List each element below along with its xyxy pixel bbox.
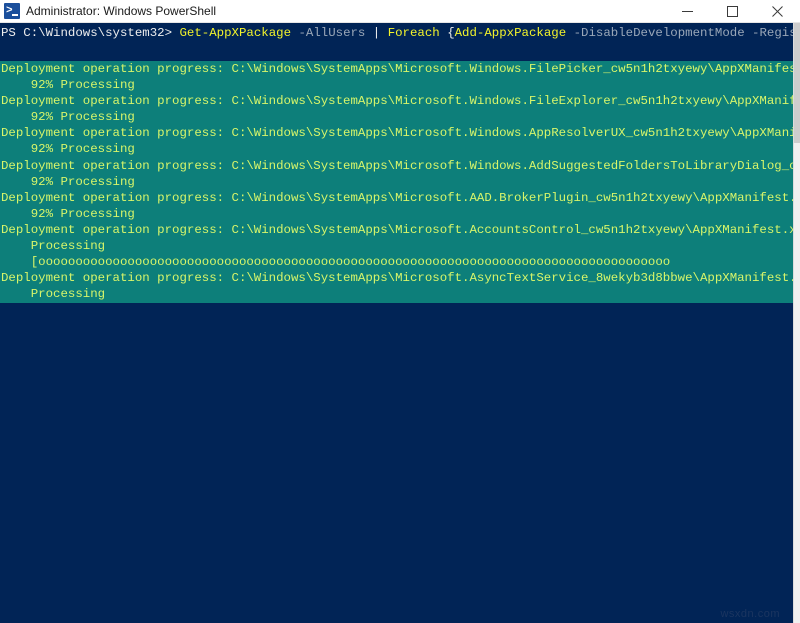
cmdlet-get-appxpackage: Get-AppXPackage — [179, 26, 291, 40]
output-line: Processing — [0, 238, 793, 254]
output-line: 92% Processing — [0, 174, 793, 190]
output-line: 92% Processing — [0, 109, 793, 125]
close-icon — [772, 6, 783, 17]
output-line: Deployment operation progress: C:\Window… — [0, 222, 793, 238]
minimize-icon — [682, 6, 693, 17]
vertical-scrollbar[interactable] — [793, 23, 800, 623]
prompt-text: PS C:\Windows\system32> — [1, 26, 179, 40]
params-register: -DisableDevelopmentMode -Register — [566, 26, 793, 40]
title-bar-left: Administrator: Windows PowerShell — [0, 3, 665, 19]
deployment-output-region: Deployment operation progress: C:\Window… — [0, 61, 793, 303]
window-controls — [665, 0, 800, 23]
powershell-window: Administrator: Windows PowerShell PS — [0, 0, 800, 623]
close-button[interactable] — [755, 0, 800, 23]
powershell-icon — [4, 3, 20, 19]
output-line: Deployment operation progress: C:\Window… — [0, 158, 793, 174]
open-brace: { — [447, 26, 454, 40]
progress-bar-line: [ooooooooooooooooooooooooooooooooooooooo… — [0, 302, 793, 303]
title-bar: Administrator: Windows PowerShell — [0, 0, 800, 23]
output-line: Deployment operation progress: C:\Window… — [0, 93, 793, 109]
cmdlet-foreach: Foreach — [388, 26, 448, 40]
output-line: 92% Processing — [0, 141, 793, 157]
scrollbar-thumb[interactable] — [794, 23, 800, 143]
watermark: wsxdn.com — [720, 608, 780, 620]
maximize-button[interactable] — [710, 0, 755, 23]
param-allusers: -AllUsers — [291, 26, 365, 40]
console-client-area[interactable]: PS C:\Windows\system32> Get-AppXPackage … — [0, 23, 793, 623]
output-line: Processing — [0, 286, 793, 302]
output-line: Deployment operation progress: C:\Window… — [0, 125, 793, 141]
cmdlet-add-appxpackage: Add-AppxPackage — [455, 26, 567, 40]
progress-bar-line: [ooooooooooooooooooooooooooooooooooooooo… — [0, 254, 793, 270]
output-line: Deployment operation progress: C:\Window… — [0, 190, 793, 206]
command-line: PS C:\Windows\system32> Get-AppXPackage … — [0, 23, 793, 41]
output-line: Deployment operation progress: C:\Window… — [0, 270, 793, 286]
minimize-button[interactable] — [665, 0, 710, 23]
pipe-operator: | — [365, 26, 387, 40]
window-title: Administrator: Windows PowerShell — [26, 4, 216, 18]
output-line: 92% Processing — [0, 206, 793, 222]
output-line: 92% Processing — [0, 77, 793, 93]
output-line: Deployment operation progress: C:\Window… — [0, 61, 793, 77]
maximize-icon — [727, 6, 738, 17]
